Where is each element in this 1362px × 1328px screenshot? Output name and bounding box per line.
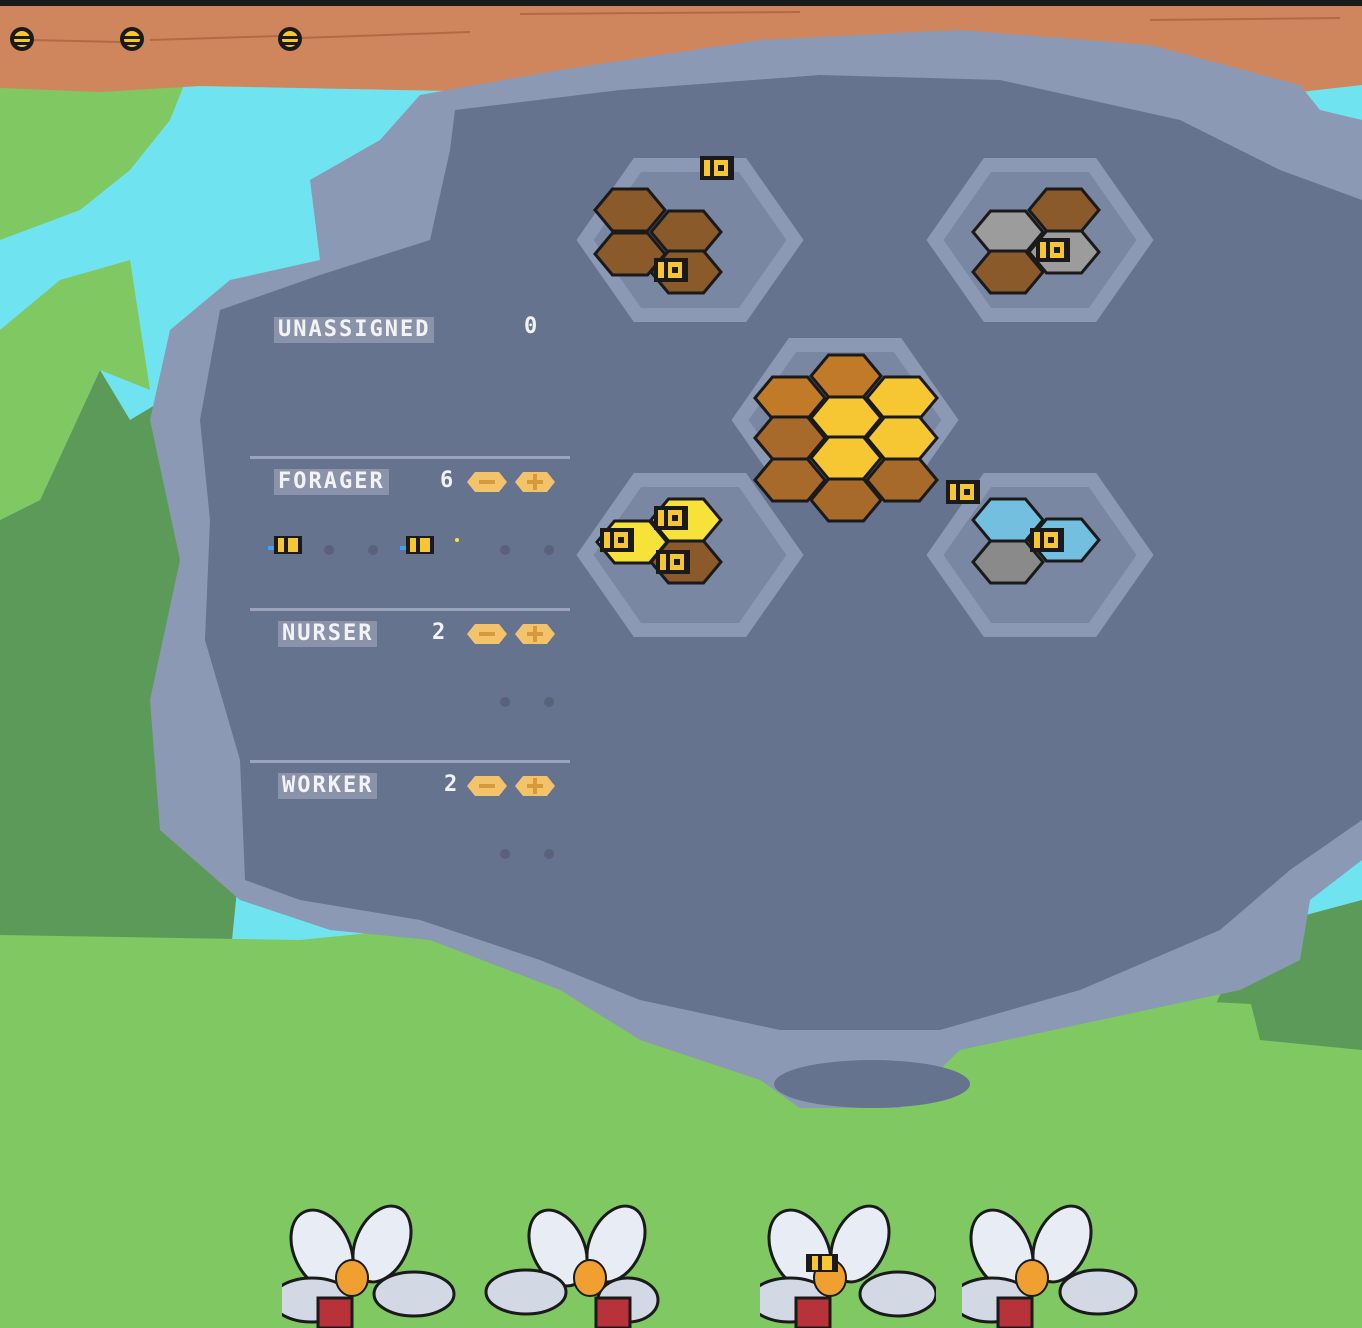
empty-slot — [324, 545, 334, 555]
forager-bee-icon — [400, 536, 434, 554]
pollen-dot — [455, 538, 459, 542]
forager-decrease-button[interactable] — [467, 470, 507, 494]
game-scene: UNASSIGNED 0 FORAGER 6 NURSER 2 WORKER 2 — [0, 0, 1362, 1328]
hive-cells — [576, 156, 1154, 637]
empty-slot — [544, 849, 554, 859]
empty-slot — [500, 697, 510, 707]
honey-cell[interactable] — [809, 353, 883, 399]
flower-icon[interactable] — [962, 1200, 1138, 1328]
bee-icon — [278, 27, 302, 51]
honey-cell[interactable] — [809, 477, 883, 523]
flower-icon[interactable] — [484, 1200, 660, 1328]
role-count-forager: 6 — [440, 468, 454, 493]
bee-icon — [656, 550, 690, 574]
forager-increase-button[interactable] — [515, 470, 555, 494]
brood-cell[interactable] — [649, 209, 723, 255]
bee-icon — [120, 27, 144, 51]
bee-icon — [600, 528, 634, 552]
empty-slot — [500, 545, 510, 555]
role-count-nurser: 2 — [432, 620, 446, 645]
forager-bee-icon — [268, 536, 302, 554]
bee-icon — [1030, 528, 1064, 552]
wax-cell[interactable] — [1027, 187, 1101, 233]
nurser-decrease-button[interactable] — [467, 622, 507, 646]
flower-icon[interactable] — [760, 1200, 936, 1328]
separator — [250, 608, 570, 611]
role-label-nurser: NURSER — [278, 621, 378, 647]
bee-icon — [700, 156, 734, 180]
bee-icon — [1036, 238, 1070, 262]
wax-cell[interactable] — [971, 249, 1045, 295]
role-count-worker: 2 — [444, 772, 458, 797]
empty-slot — [544, 545, 554, 555]
role-label-forager: FORAGER — [274, 469, 389, 495]
bee-icon — [654, 506, 688, 530]
separator — [250, 760, 570, 763]
worker-increase-button[interactable] — [515, 774, 555, 798]
honey-cell[interactable] — [809, 435, 883, 481]
bee-icon — [10, 27, 34, 51]
empty-slot — [500, 849, 510, 859]
bee-icon — [654, 258, 688, 282]
empty-slot — [544, 697, 554, 707]
role-label-worker: WORKER — [278, 773, 378, 799]
role-label-unassigned: UNASSIGNED — [274, 317, 435, 343]
empty-slot — [368, 545, 378, 555]
worker-decrease-button[interactable] — [467, 774, 507, 798]
role-count-unassigned: 0 — [524, 314, 538, 339]
flower-icon[interactable] — [282, 1200, 458, 1328]
nurser-increase-button[interactable] — [515, 622, 555, 646]
separator — [250, 456, 570, 459]
bee-icon — [946, 480, 980, 504]
brood-cell[interactable] — [593, 187, 667, 233]
